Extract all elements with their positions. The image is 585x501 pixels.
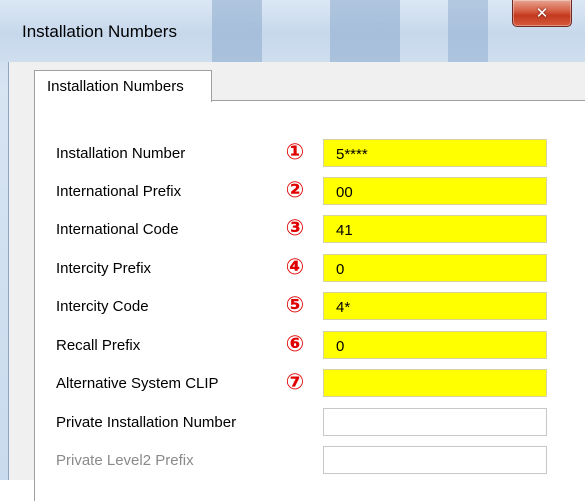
international-code-input[interactable]: 41 (323, 215, 547, 243)
annotation-marker: ⑦ (285, 370, 305, 395)
field-label: Recall Prefix (56, 337, 141, 354)
field-row-intercity-prefix: Intercity Prefix ④ 0 (9, 252, 585, 286)
dialog-client-area: Installation Numbers Installation Number… (8, 62, 585, 501)
field-row-international-prefix: International Prefix ② 00 (9, 175, 585, 209)
field-label: Intercity Prefix (56, 260, 152, 277)
annotation-marker: ⑤ (285, 293, 305, 318)
installation-number-input[interactable]: 5**** (323, 139, 547, 167)
close-icon: ✕ (535, 3, 549, 22)
field-label: Private Level2 Prefix (56, 452, 194, 469)
field-row-intercity-code: Intercity Code ⑤ 4* (9, 290, 585, 324)
alternative-system-clip-input[interactable] (323, 369, 547, 397)
field-label: International Prefix (56, 183, 182, 200)
private-installation-number-input[interactable] (323, 408, 547, 436)
title-bar[interactable]: Installation Numbers ✕ (0, 0, 585, 62)
tab-label: Installation Numbers (47, 78, 184, 95)
field-row-installation-number: Installation Number ① 5**** (9, 137, 585, 171)
recall-prefix-input[interactable]: 0 (323, 331, 547, 359)
field-row-private-level2-prefix: Private Level2 Prefix (9, 444, 585, 478)
field-label: Intercity Code (56, 298, 149, 315)
field-label: Installation Number (56, 145, 186, 162)
intercity-code-input[interactable]: 4* (323, 292, 547, 320)
field-label: Alternative System CLIP (56, 375, 219, 392)
annotation-marker: ⑥ (285, 332, 305, 357)
field-row-private-installation-number: Private Installation Number (9, 406, 585, 440)
field-row-alternative-system-clip: Alternative System CLIP ⑦ (9, 367, 585, 401)
close-button[interactable]: ✕ (512, 0, 572, 27)
international-prefix-input[interactable]: 00 (323, 177, 547, 205)
field-label: Private Installation Number (56, 414, 237, 431)
window-title: Installation Numbers (22, 22, 177, 41)
field-row-recall-prefix: Recall Prefix ⑥ 0 (9, 329, 585, 363)
private-level2-prefix-input (323, 446, 547, 474)
annotation-marker: ① (285, 140, 305, 165)
intercity-prefix-input[interactable]: 0 (323, 254, 547, 282)
field-row-international-code: International Code ③ 41 (9, 213, 585, 247)
tab-installation-numbers[interactable]: Installation Numbers (34, 70, 212, 102)
dialog-window: Installation Numbers ✕ Installation Numb… (0, 0, 585, 501)
annotation-marker: ② (285, 178, 305, 203)
annotation-marker: ④ (285, 255, 305, 280)
annotation-marker: ③ (285, 216, 305, 241)
field-label: International Code (56, 221, 179, 238)
